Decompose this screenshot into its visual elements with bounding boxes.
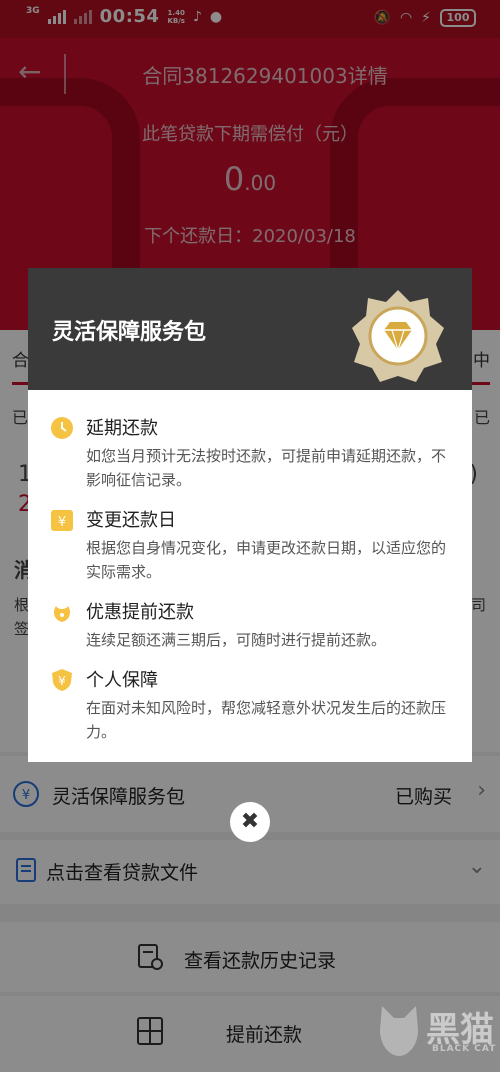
calendar-yen-icon: ¥ [51,510,73,531]
feature-change-date: ¥ 变更还款日 根据您自身情况变化，申请更改还款日期，以适应您的实际需求。 [50,506,454,586]
modal-title: 灵活保障服务包 [52,320,207,345]
feature-title: 延期还款 [86,418,158,439]
watermark-subtext: BLACK CAT [432,1044,497,1054]
feature-description: 连续足额还满三期后，可随时进行提前还款。 [86,631,387,649]
service-package-modal: 灵活保障服务包 延期还款 如您当月预计无法按时还款，可提前申请延期还款，不影响征… [28,268,472,762]
diamond-badge-icon [352,290,444,382]
modal-header: 灵活保障服务包 [28,268,472,390]
svg-text:¥: ¥ [58,515,66,530]
feature-title: 优惠提前还款 [86,602,194,623]
shield-yen-icon: ¥ [52,669,72,691]
clock-icon [51,417,73,439]
feature-title: 个人保障 [86,670,158,691]
svg-text:¥: ¥ [58,674,66,688]
feature-title: 变更还款日 [86,510,176,531]
feature-description: 根据您自身情况变化，申请更改还款日期，以适应您的实际需求。 [86,539,447,581]
feature-early-repay: 优惠提前还款 连续足额还满三期后，可随时进行提前还款。 [50,598,454,654]
feature-description: 在面对未知风险时，帮您减轻意外状况发生后的还款压力。 [86,699,447,741]
feature-description: 如您当月预计无法按时还款，可提前申请延期还款，不影响征信记录。 [86,447,447,489]
discount-icon [54,606,70,622]
feature-deferral: 延期还款 如您当月预计无法按时还款，可提前申请延期还款，不影响征信记录。 [50,414,454,494]
cat-logo-icon [380,1006,418,1056]
watermark: 黑猫 BLACK CAT [370,996,500,1066]
close-modal-button[interactable]: ✖ [230,802,270,842]
feature-protection: ¥ 个人保障 在面对未知风险时，帮您减轻意外状况发生后的还款压力。 [50,666,454,746]
